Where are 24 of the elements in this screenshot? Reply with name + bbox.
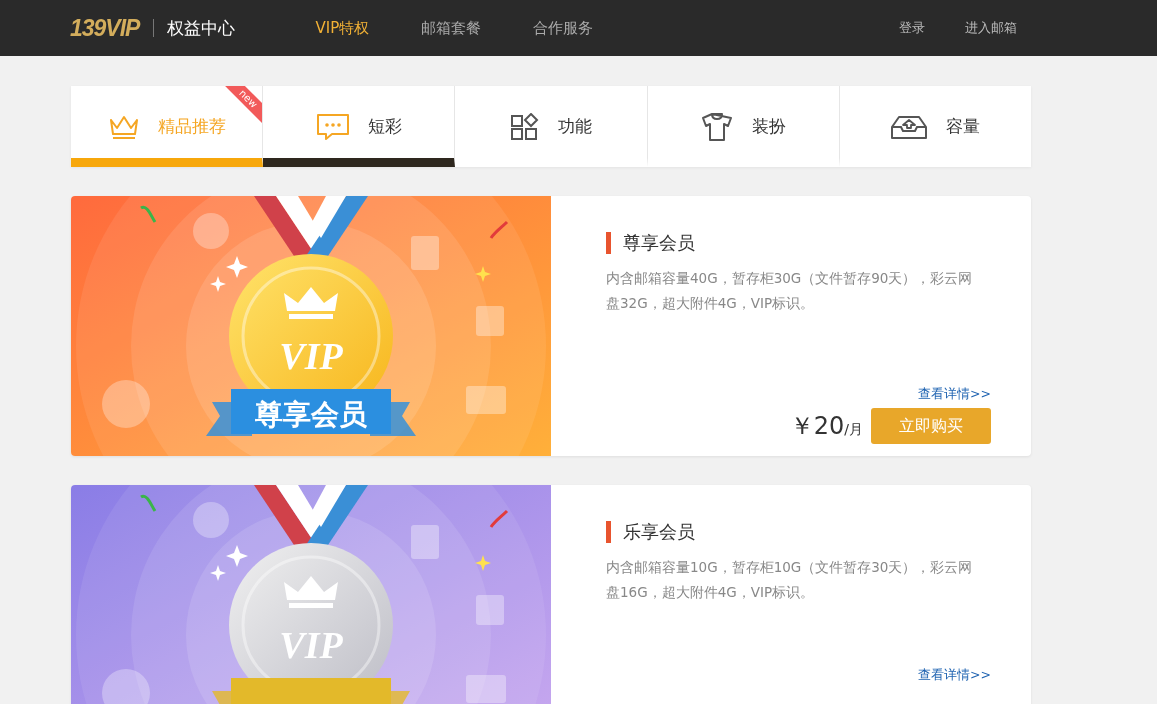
category-tab[interactable]: 装扮 bbox=[647, 86, 840, 167]
chat-bubble-icon bbox=[315, 112, 350, 141]
t-shirt-icon bbox=[700, 111, 735, 142]
plan-description: 内含邮箱容量40G，暂存柜30G（文件暂存90天），彩云网盘32G，超大附件4G，VIP标识。 bbox=[606, 269, 974, 313]
category-tab[interactable]: 容量 bbox=[839, 86, 1031, 167]
medal-illustration-drawing: VIP 尊享会员 bbox=[71, 196, 551, 456]
logo: 139VIP bbox=[70, 13, 140, 43]
page-title: 权益中心 bbox=[153, 19, 236, 37]
header-link[interactable]: 登录 bbox=[899, 18, 925, 38]
apps-grid-icon bbox=[510, 112, 540, 141]
nav-link[interactable]: VIP特权 bbox=[315, 16, 370, 40]
header-link[interactable]: 进入邮箱 bbox=[965, 18, 1017, 38]
price: ￥20 bbox=[789, 411, 845, 442]
nav-link[interactable]: 邮箱套餐 bbox=[421, 16, 482, 40]
price-unit: /月 bbox=[844, 421, 863, 439]
inbox-tray-icon bbox=[890, 113, 929, 140]
plan-title: 尊享会员 bbox=[606, 232, 991, 254]
details-link[interactable]: 查看详情>> bbox=[918, 666, 991, 685]
category-tab[interactable]: 短彩 bbox=[263, 86, 456, 167]
details-link[interactable]: 查看详情>> bbox=[918, 385, 991, 404]
plan-description: 内含邮箱容量10G，暂存柜10G（文件暂存30天），彩云网盘16G，超大附件4G，VIP标识。 bbox=[606, 558, 974, 602]
nav-link[interactable]: 合作服务 bbox=[533, 16, 594, 40]
category-tab[interactable]: 功能 bbox=[455, 86, 648, 167]
plan-title: 乐享会员 bbox=[606, 521, 991, 543]
